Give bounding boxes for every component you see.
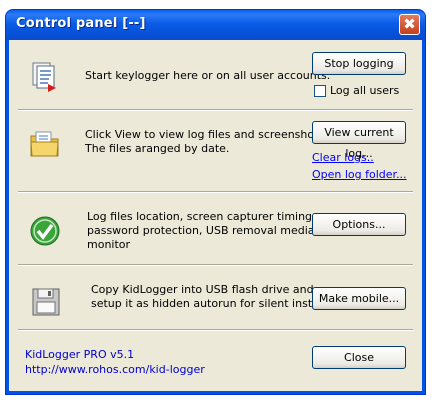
make-mobile-button[interactable]: Make mobile... <box>312 287 406 310</box>
view-current-log-button[interactable]: View current log... <box>312 121 406 160</box>
view-description-line1: Click View to view log files and screens… <box>85 128 328 141</box>
log-all-users-label[interactable]: Log all users <box>330 84 399 98</box>
product-version: KidLogger PRO v5.1 <box>25 348 135 361</box>
folder-icon <box>28 127 62 161</box>
window-title: Control panel [--] <box>16 16 146 31</box>
title-bar[interactable]: Control panel [--] ✖ <box>6 10 425 40</box>
separator <box>18 264 413 266</box>
mobile-description-line2: setup it as hidden autorun for silent in… <box>91 297 329 310</box>
check-icon <box>29 215 63 249</box>
separator <box>18 191 413 193</box>
logging-description: Start keylogger here or on all user acco… <box>85 69 331 82</box>
options-description-line3: monitor <box>87 238 131 251</box>
view-description: Click View to view log files and screens… <box>85 128 328 156</box>
mobile-description-line1: Copy KidLogger into USB flash drive and <box>91 283 314 296</box>
view-description-line2: The files aranged by date. <box>85 142 230 155</box>
document-icon <box>28 60 62 94</box>
close-window-button[interactable]: ✖ <box>399 14 420 35</box>
control-panel-window: Control panel [--] ✖ Start keylogger her… <box>5 9 426 395</box>
product-url: http://www.rohos.com/kid-logger <box>25 363 205 376</box>
mobile-description: Copy KidLogger into USB flash drive and … <box>91 283 328 311</box>
options-button[interactable]: Options... <box>312 213 406 236</box>
log-all-users-checkbox[interactable] <box>314 85 326 97</box>
options-description: Log files location, screen capturer timi… <box>87 210 316 252</box>
close-button[interactable]: Close <box>312 346 406 369</box>
separator <box>18 329 413 331</box>
separator <box>18 109 413 111</box>
dialog-body: Start keylogger here or on all user acco… <box>9 40 422 391</box>
floppy-icon <box>30 286 64 320</box>
open-log-folder-link[interactable]: Open log folder... <box>312 168 407 181</box>
options-description-line2: password protection, USB removal media <box>87 224 315 237</box>
clear-logs-link[interactable]: Clear logs.. <box>312 151 374 164</box>
options-description-line1: Log files location, screen capturer timi… <box>87 210 316 223</box>
stop-logging-button[interactable]: Stop logging <box>312 52 406 75</box>
